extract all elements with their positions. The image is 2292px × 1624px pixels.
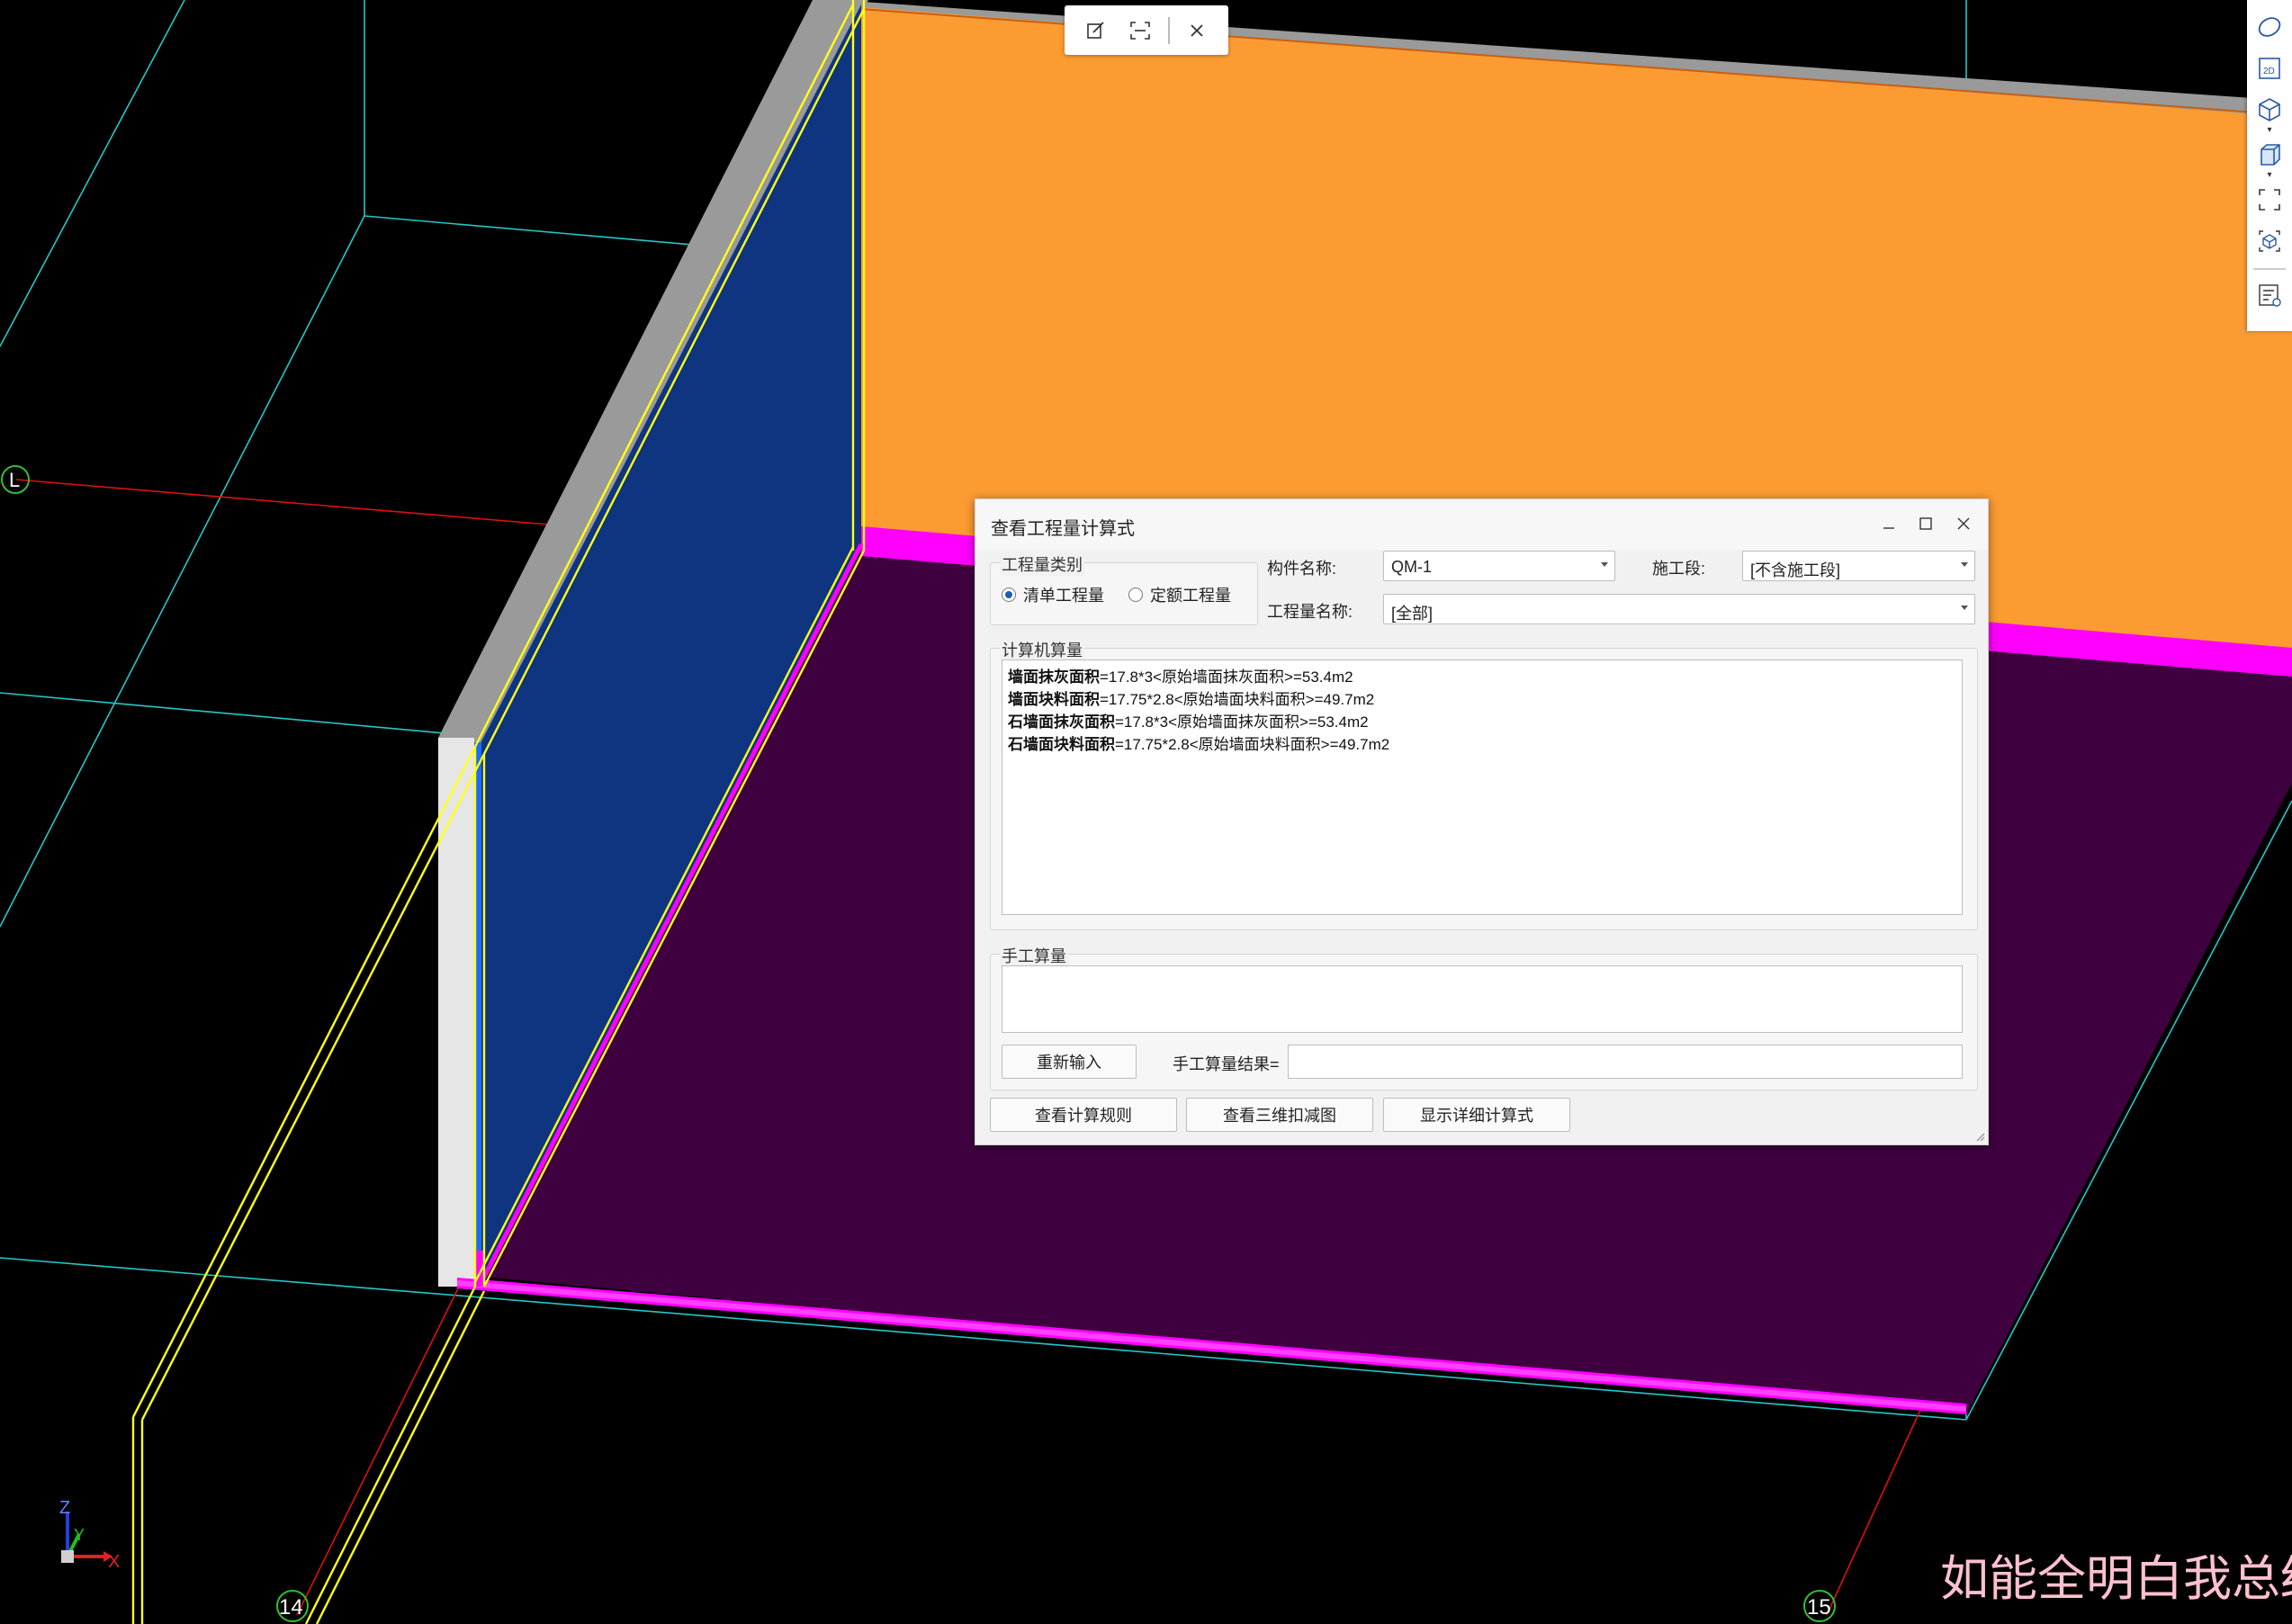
dynamic-view-icon[interactable]	[2252, 223, 2288, 259]
radio-circle	[1002, 588, 1016, 602]
formula-line: 墙面抹灰面积=17.8*3<原始墙面抹灰面积>=53.4m2	[1008, 666, 1956, 688]
scan-icon[interactable]	[1123, 13, 1157, 48]
fullscreen-icon[interactable]	[2252, 182, 2288, 218]
video-subtitle: 如能全明白我总结	[1940, 1550, 2292, 1607]
close-icon	[1957, 517, 1970, 530]
box-view-icon[interactable]	[2252, 137, 2288, 173]
formula-expr: =17.75*2.8<原始墙面块料面积>=49.7m2	[1115, 736, 1390, 753]
radio-quota-quantity[interactable]: 定额工程量	[1128, 583, 1231, 606]
2d-label: 2D	[2263, 67, 2275, 76]
manual-calc-legend: 手工算量	[1000, 944, 1068, 967]
chevron-down-icon	[1601, 562, 1608, 567]
grid-bubble-15: 15	[1803, 1590, 1836, 1622]
construction-stage-value: [不含施工段]	[1750, 561, 1841, 579]
minimize-button[interactable]	[1875, 510, 1902, 537]
formula-name: 墙面块料面积	[1008, 691, 1100, 708]
component-name-label: 构件名称:	[1267, 560, 1337, 578]
close-button[interactable]	[1950, 510, 1977, 537]
radio-bill-quantity[interactable]: 清单工程量	[1002, 583, 1104, 606]
view-3d-deduction-button[interactable]: 查看三维扣减图	[1186, 1098, 1373, 1132]
component-name-select[interactable]: QM-1	[1383, 551, 1615, 581]
resize-grip-icon[interactable]	[1974, 1131, 1985, 1142]
maximize-icon	[1919, 517, 1932, 530]
chevron-down-icon	[1961, 606, 1968, 610]
axis-y-label: Y	[74, 1526, 85, 1544]
axis-x-label: X	[108, 1552, 120, 1572]
construction-stage-label: 施工段:	[1652, 560, 1706, 578]
formula-line: 石墙面块料面积=17.75*2.8<原始墙面块料面积>=49.7m2	[1008, 733, 1956, 756]
view-toolbar: 2D ▾ ▾	[2247, 0, 2292, 331]
dialog-title: 查看工程量计算式	[991, 519, 1135, 539]
quantity-type-group: 工程量类别 清单工程量 定额工程量	[990, 552, 1258, 625]
grid-label-15: 15	[1807, 1595, 1831, 1620]
formula-expr: =17.75*2.8<原始墙面块料面积>=49.7m2	[1100, 691, 1375, 708]
formula-name: 石墙面抹灰面积	[1008, 713, 1115, 731]
toolbar-divider	[2253, 268, 2286, 270]
formula-name: 墙面抹灰面积	[1008, 668, 1100, 686]
wall-edge-white	[438, 738, 474, 1287]
manual-calc-group: 手工算量 重新输入 手工算量结果=	[990, 944, 1978, 1090]
2d-view-icon[interactable]: 2D	[2252, 50, 2288, 86]
view-calc-rules-button[interactable]: 查看计算规则	[990, 1098, 1177, 1132]
component-name-value: QM-1	[1391, 558, 1432, 576]
radio-label: 清单工程量	[1023, 587, 1104, 605]
3d-cube-icon[interactable]	[2252, 92, 2288, 128]
quantity-formula-dialog: 查看工程量计算式 工程量类别 清单工程量 定额工程量 构件名称: QM-1 施工…	[975, 498, 1989, 1145]
radio-label: 定额工程量	[1150, 587, 1231, 605]
computer-calc-group: 计算机算量 墙面抹灰面积=17.8*3<原始墙面抹灰面积>=53.4m2 墙面块…	[990, 638, 1978, 930]
minimize-icon	[1883, 527, 1894, 529]
manual-calc-input[interactable]	[1002, 965, 1963, 1033]
quantity-type-legend: 工程量类别	[1000, 552, 1084, 576]
dialog-titlebar[interactable]: 查看工程量计算式	[975, 499, 1988, 550]
show-detailed-formula-button[interactable]: 显示详细计算式	[1383, 1098, 1570, 1132]
quantity-name-value: [全部]	[1391, 605, 1434, 623]
floating-toolbar	[1065, 5, 1228, 55]
formula-expr: =17.8*3<原始墙面抹灰面积>=53.4m2	[1100, 668, 1353, 686]
radio-circle	[1128, 588, 1143, 602]
quantity-name-label: 工程量名称:	[1267, 603, 1353, 621]
toolbar-divider	[1167, 16, 1170, 44]
property-list-icon[interactable]	[2252, 277, 2288, 313]
formula-line: 石墙面抹灰面积=17.8*3<原始墙面抹灰面积>=53.4m2	[1008, 711, 1956, 733]
construction-stage-select[interactable]: [不含施工段]	[1742, 551, 1975, 581]
manual-result-field[interactable]	[1288, 1045, 1963, 1079]
manual-result-label: 手工算量结果=	[1173, 1055, 1280, 1073]
chevron-down-icon[interactable]: ▾	[2267, 171, 2271, 180]
formula-line: 墙面块料面积=17.75*2.8<原始墙面块料面积>=49.7m2	[1008, 688, 1956, 711]
quantity-name-select[interactable]: [全部]	[1383, 594, 1975, 624]
grid-label-l: L	[9, 469, 20, 491]
radio-selected-dot	[1005, 591, 1012, 598]
reenter-button[interactable]: 重新输入	[1002, 1045, 1137, 1079]
computer-calc-legend: 计算机算量	[1000, 638, 1084, 661]
axis-z-label: Z	[59, 1498, 70, 1518]
orbit-icon[interactable]	[2252, 9, 2288, 45]
computer-calc-formulas[interactable]: 墙面抹灰面积=17.8*3<原始墙面抹灰面积>=53.4m2 墙面块料面积=17…	[1002, 659, 1963, 915]
grid-label-14: 14	[279, 1595, 303, 1620]
chevron-down-icon[interactable]: ▾	[2267, 126, 2271, 135]
chevron-down-icon	[1961, 562, 1968, 567]
formula-name: 石墙面块料面积	[1008, 736, 1115, 753]
formula-expr: =17.8*3<原始墙面抹灰面积>=53.4m2	[1115, 713, 1369, 731]
maximize-button[interactable]	[1912, 510, 1939, 537]
edit-icon[interactable]	[1079, 13, 1113, 48]
close-icon[interactable]	[1180, 13, 1214, 48]
